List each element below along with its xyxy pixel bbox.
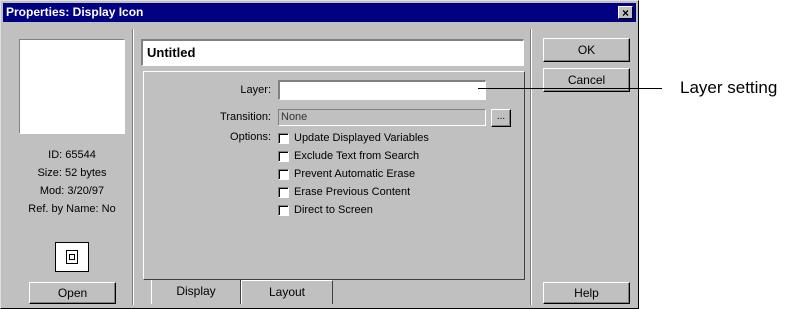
icon-preview	[19, 39, 125, 134]
option-label: Exclude Text from Search	[294, 150, 420, 162]
icon-size: Size: 52 bytes	[37, 167, 107, 179]
close-icon: ×	[621, 6, 629, 20]
left-divider	[132, 29, 134, 305]
icon-ref-by-name: Ref. by Name: No	[28, 203, 116, 215]
icon-modified-date: Mod: 3/20/97	[39, 185, 105, 197]
tab-display[interactable]: Display	[151, 280, 241, 304]
properties-dialog: Properties: Display Icon × ID: 65544 Siz…	[0, 0, 639, 309]
close-button[interactable]: ×	[618, 6, 633, 19]
layer-label: Layer:	[240, 84, 271, 96]
right-divider	[530, 29, 532, 305]
callout-label: Layer setting	[680, 78, 778, 97]
option-label: Prevent Automatic Erase	[294, 168, 416, 180]
open-button[interactable]: Open	[29, 282, 116, 304]
callout-line	[478, 88, 662, 89]
ok-button[interactable]: OK	[543, 38, 630, 62]
icon-id: ID: 65544	[48, 149, 96, 161]
layer-input[interactable]	[278, 80, 486, 100]
tab-layout[interactable]: Layout	[241, 280, 333, 304]
option-label: Erase Previous Content	[294, 186, 411, 198]
option-label: Update Displayed Variables	[294, 132, 429, 144]
checkbox-icon[interactable]	[278, 150, 289, 162]
display-icon-box	[55, 242, 89, 272]
display-icon	[66, 250, 78, 264]
checkbox-icon[interactable]	[278, 186, 289, 198]
title-bar: Properties: Display Icon ×	[3, 3, 636, 22]
transition-label: Transition:	[220, 111, 271, 123]
options-label: Options:	[230, 131, 271, 143]
option-direct-to-screen[interactable]: Direct to Screen	[278, 203, 373, 217]
help-button[interactable]: Help	[543, 282, 630, 304]
window-title: Properties: Display Icon	[6, 5, 144, 19]
option-prevent-automatic-erase[interactable]: Prevent Automatic Erase	[278, 167, 415, 181]
icon-name-field[interactable]: Untitled	[141, 39, 524, 66]
transition-browse-button[interactable]: ...	[491, 109, 511, 127]
option-update-displayed-variables[interactable]: Update Displayed Variables	[278, 131, 429, 145]
checkbox-icon[interactable]	[278, 132, 289, 144]
option-label: Direct to Screen	[294, 204, 373, 216]
checkbox-icon[interactable]	[278, 168, 289, 180]
option-exclude-text-from-search[interactable]: Exclude Text from Search	[278, 149, 419, 163]
checkbox-icon[interactable]	[278, 204, 289, 216]
option-erase-previous-content[interactable]: Erase Previous Content	[278, 185, 410, 199]
transition-field: None	[278, 109, 486, 126]
